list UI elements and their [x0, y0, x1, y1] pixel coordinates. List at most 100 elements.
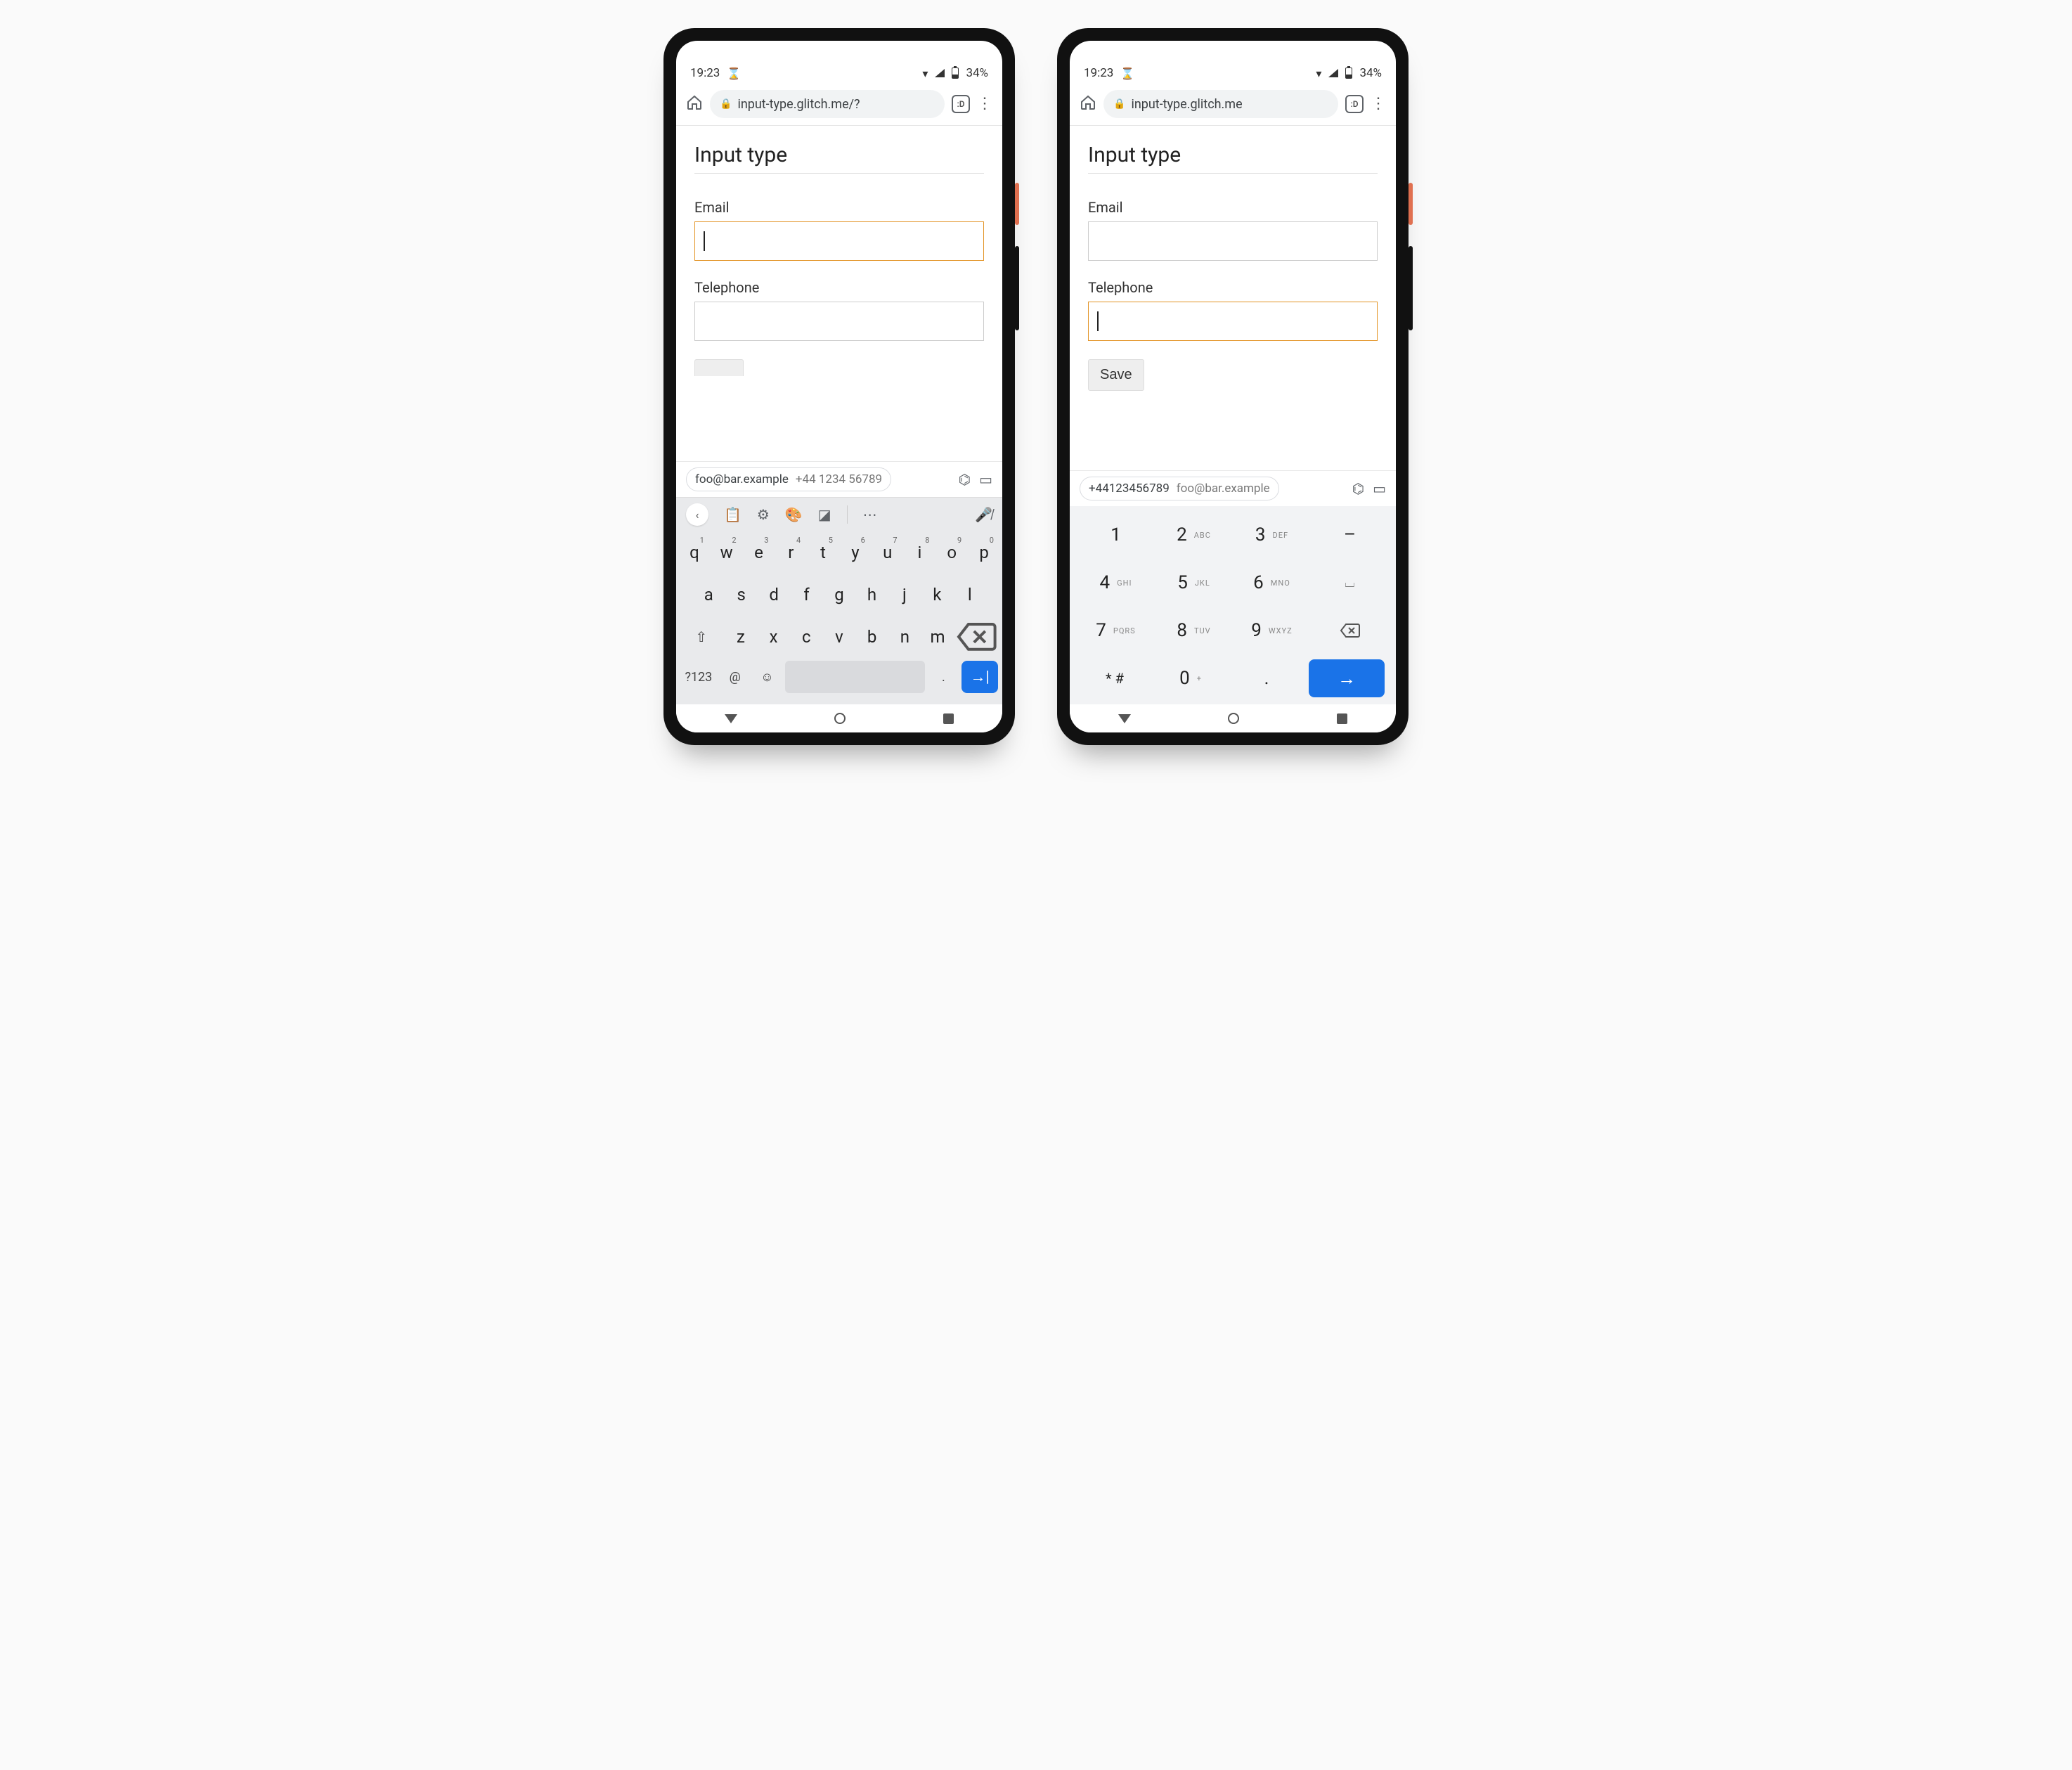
autofill-chip[interactable]: foo@bar.example +44 1234 56789 — [686, 467, 891, 491]
omnibox[interactable]: 🔒 input-type.glitch.me/? — [710, 90, 945, 118]
key-r[interactable]: 4r — [777, 534, 805, 571]
key-c[interactable]: c — [792, 619, 821, 655]
key-e[interactable]: 3e — [745, 534, 773, 571]
nav-recents-icon[interactable] — [943, 713, 954, 724]
overflow-menu-icon[interactable]: ⋮ — [977, 96, 992, 112]
save-button-partial[interactable] — [694, 359, 744, 376]
num-7-key[interactable]: 7PQRS — [1077, 612, 1155, 650]
num-9-key[interactable]: 9WXYZ — [1233, 612, 1311, 650]
num-8-key[interactable]: 8TUV — [1155, 612, 1233, 650]
key-x[interactable]: x — [759, 619, 788, 655]
num-5-key[interactable]: 5JKL — [1155, 564, 1233, 602]
collapse-icon[interactable]: ‹ — [686, 503, 708, 526]
key-z[interactable]: z — [727, 619, 756, 655]
telephone-input[interactable] — [694, 302, 984, 341]
symbols-key[interactable]: ?123 — [680, 661, 717, 693]
shift-key[interactable]: ⇧ — [680, 619, 723, 655]
key-w[interactable]: 2w — [713, 534, 741, 571]
num-0-key[interactable]: 0+ — [1153, 659, 1229, 697]
overflow-menu-icon[interactable]: ⋮ — [1371, 96, 1386, 112]
mic-off-icon[interactable]: 🎤̸ — [975, 506, 992, 524]
num-3-key[interactable]: 3DEF — [1233, 516, 1311, 554]
autofill-chip[interactable]: +44123456789 foo@bar.example — [1080, 477, 1279, 500]
num-1-key[interactable]: 1 — [1077, 516, 1155, 554]
tab-switcher[interactable]: :D — [1345, 95, 1364, 113]
key-k[interactable]: k — [923, 576, 951, 613]
key-d[interactable]: d — [760, 576, 788, 613]
key-icon[interactable]: ⌬ — [959, 471, 971, 488]
theme-palette-icon[interactable]: 🎨 — [785, 506, 803, 523]
clipboard-icon[interactable]: 📋 — [724, 506, 742, 523]
email-label: Email — [1088, 199, 1378, 216]
key-p[interactable]: 0p — [970, 534, 998, 571]
autofill-suggestion-bar: +44123456789 foo@bar.example ⌬ ▭ — [1070, 470, 1396, 506]
more-icon[interactable]: ⋯ — [863, 506, 877, 523]
separator — [847, 505, 848, 524]
key-l[interactable]: l — [956, 576, 984, 613]
telephone-input[interactable] — [1088, 302, 1378, 341]
one-handed-icon[interactable]: ◪ — [818, 506, 831, 523]
key-h[interactable]: h — [857, 576, 886, 613]
autofill-phone: +44 1234 56789 — [796, 472, 882, 486]
backspace-key[interactable] — [1311, 612, 1389, 650]
email-input[interactable] — [694, 221, 984, 261]
num-2-key[interactable]: 2ABC — [1155, 516, 1233, 554]
key-u[interactable]: 7u — [874, 534, 902, 571]
email-input[interactable] — [1088, 221, 1378, 261]
nav-home-icon[interactable] — [834, 713, 846, 724]
phone-right: 19:23 ⌛ ▾ 34% 🔒 input-type.glitch.me :D … — [1057, 28, 1409, 745]
dash-key[interactable]: – — [1311, 516, 1389, 554]
creditcard-icon[interactable]: ▭ — [1373, 480, 1386, 497]
key-q[interactable]: 1q — [680, 534, 708, 571]
key-icon[interactable]: ⌬ — [1352, 480, 1364, 497]
enter-key[interactable]: → — [1309, 659, 1385, 697]
key-j[interactable]: j — [891, 576, 919, 613]
home-icon[interactable] — [686, 94, 703, 114]
emoji-key[interactable]: ☺ — [753, 661, 782, 693]
screen: 19:23 ⌛ ▾ 34% 🔒 input-type.glitch.me :D … — [1070, 41, 1396, 732]
settings-gear-icon[interactable]: ⚙ — [757, 506, 770, 523]
key-s[interactable]: s — [727, 576, 755, 613]
battery-icon — [952, 67, 959, 79]
period-key[interactable]: . — [1229, 659, 1304, 697]
email-field-group: Email — [694, 199, 984, 261]
key-o[interactable]: 9o — [938, 534, 966, 571]
key-n[interactable]: n — [891, 619, 919, 655]
nav-home-icon[interactable] — [1228, 713, 1239, 724]
key-a[interactable]: a — [694, 576, 723, 613]
hourglass-icon: ⌛ — [1120, 67, 1134, 80]
spacebar-key[interactable] — [785, 661, 925, 693]
key-t[interactable]: 5t — [809, 534, 837, 571]
telephone-label: Telephone — [694, 279, 984, 296]
key-f[interactable]: f — [792, 576, 820, 613]
num-6-key[interactable]: 6MNO — [1233, 564, 1311, 602]
at-key[interactable]: @ — [721, 661, 749, 693]
telephone-field-group: Telephone — [694, 279, 984, 341]
num-4-key[interactable]: 4GHI — [1077, 564, 1155, 602]
autofill-email: foo@bar.example — [695, 472, 789, 486]
nav-back-icon[interactable] — [725, 714, 737, 723]
tab-switcher[interactable]: :D — [952, 95, 970, 113]
backspace-key[interactable] — [956, 619, 998, 655]
creditcard-icon[interactable]: ▭ — [979, 471, 992, 488]
key-m[interactable]: m — [924, 619, 952, 655]
nav-recents-icon[interactable] — [1337, 713, 1347, 724]
battery-percent: 34% — [966, 66, 988, 80]
text-cursor — [704, 231, 705, 251]
key-b[interactable]: b — [857, 619, 886, 655]
enter-key[interactable]: →| — [961, 661, 998, 693]
period-key[interactable]: . — [929, 661, 957, 693]
key-g[interactable]: g — [825, 576, 853, 613]
key-i[interactable]: 8i — [906, 534, 934, 571]
url-text: input-type.glitch.me — [1131, 97, 1242, 112]
nav-back-icon[interactable] — [1118, 714, 1131, 723]
star-hash-key[interactable]: * # — [1077, 659, 1153, 697]
home-icon[interactable] — [1080, 94, 1096, 114]
key-v[interactable]: v — [825, 619, 854, 655]
space-key[interactable]: ⌴ — [1311, 564, 1389, 602]
save-button[interactable]: Save — [1088, 359, 1144, 391]
cell-signal-icon — [935, 69, 945, 77]
omnibox[interactable]: 🔒 input-type.glitch.me — [1103, 90, 1338, 118]
key-y[interactable]: 6y — [841, 534, 869, 571]
cell-signal-icon — [1328, 69, 1338, 77]
